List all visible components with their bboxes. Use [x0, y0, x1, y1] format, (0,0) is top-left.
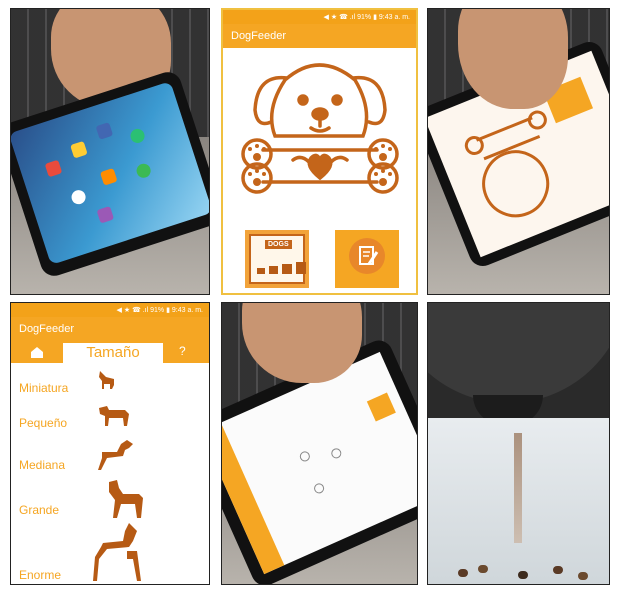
app-icon: [96, 205, 115, 224]
app-icon: [128, 127, 147, 145]
app-icon: [99, 168, 118, 186]
size-enorme[interactable]: Enorme: [19, 568, 61, 582]
status-right: ◀ ★ ☎ .ıl 91% ▮ 9:43 a. m.: [116, 307, 203, 314]
dog-enorme-icon: [93, 523, 141, 581]
status-bar: ◀ ★ ☎ .ıl 91% ▮ 9:43 a. m.: [223, 10, 416, 24]
app-bar: DogFeeder: [11, 317, 209, 341]
dogfeeder-main-screen: ◀ ★ ☎ .ıl 91% ▮ 9:43 a. m. DogFeeder DOG…: [221, 8, 418, 295]
edit-icon: [349, 238, 385, 274]
app-icon: [134, 161, 153, 180]
photo-phone-home-screen: [10, 8, 210, 295]
dogs-silhouette-icon: [257, 262, 306, 274]
orange-arrow-icon: [366, 392, 396, 422]
status-right: ◀ ★ ☎ .ıl 91% ▮ 9:43 a. m.: [323, 14, 410, 21]
dog-bone-logo: [241, 63, 399, 194]
app-icon: [69, 188, 88, 206]
tab-size-label: Tamaño: [86, 344, 140, 361]
app-icon: [44, 159, 63, 178]
size-pequeno[interactable]: Pequeño: [19, 416, 67, 430]
edit-button[interactable]: [335, 230, 399, 288]
home-tab[interactable]: [23, 344, 51, 360]
radio-option: [312, 481, 326, 495]
dog-grande-icon: [109, 480, 143, 518]
dogfeeder-size-screen: ◀ ★ ☎ .ıl 91% ▮ 9:43 a. m. DogFeeder Tam…: [10, 302, 210, 585]
dog-pequeno-icon: [99, 406, 129, 426]
photo-phone-schedule: [221, 302, 418, 585]
app-bar: DogFeeder: [223, 24, 416, 48]
app-title: DogFeeder: [231, 30, 287, 42]
photo-food-dispenser: [427, 302, 610, 585]
radio-option: [329, 446, 343, 460]
radio-option: [298, 449, 312, 464]
app-title: DogFeeder: [19, 323, 75, 335]
app-icon: [70, 140, 88, 159]
dogs-button-label: DOGS: [265, 240, 292, 249]
status-bar: ◀ ★ ☎ .ıl 91% ▮ 9:43 a. m.: [11, 303, 209, 317]
food-pieces: [458, 563, 598, 583]
dog-miniatura-icon: [99, 371, 114, 389]
size-miniatura[interactable]: Miniatura: [19, 381, 68, 395]
help-button[interactable]: ?: [179, 344, 186, 358]
home-icon: [31, 347, 43, 358]
dog-mediana-icon: [98, 440, 133, 470]
falling-food: [514, 433, 522, 543]
photo-phone-app: [427, 8, 610, 295]
size-mediana[interactable]: Mediana: [19, 458, 65, 472]
app-icon: [95, 122, 114, 140]
tab-size[interactable]: Tamaño: [63, 343, 163, 363]
size-grande[interactable]: Grande: [19, 503, 59, 517]
dispenser-body: [428, 303, 609, 403]
dogs-button[interactable]: DOGS: [245, 230, 309, 288]
tab-bar: Tamaño ?: [11, 341, 209, 363]
